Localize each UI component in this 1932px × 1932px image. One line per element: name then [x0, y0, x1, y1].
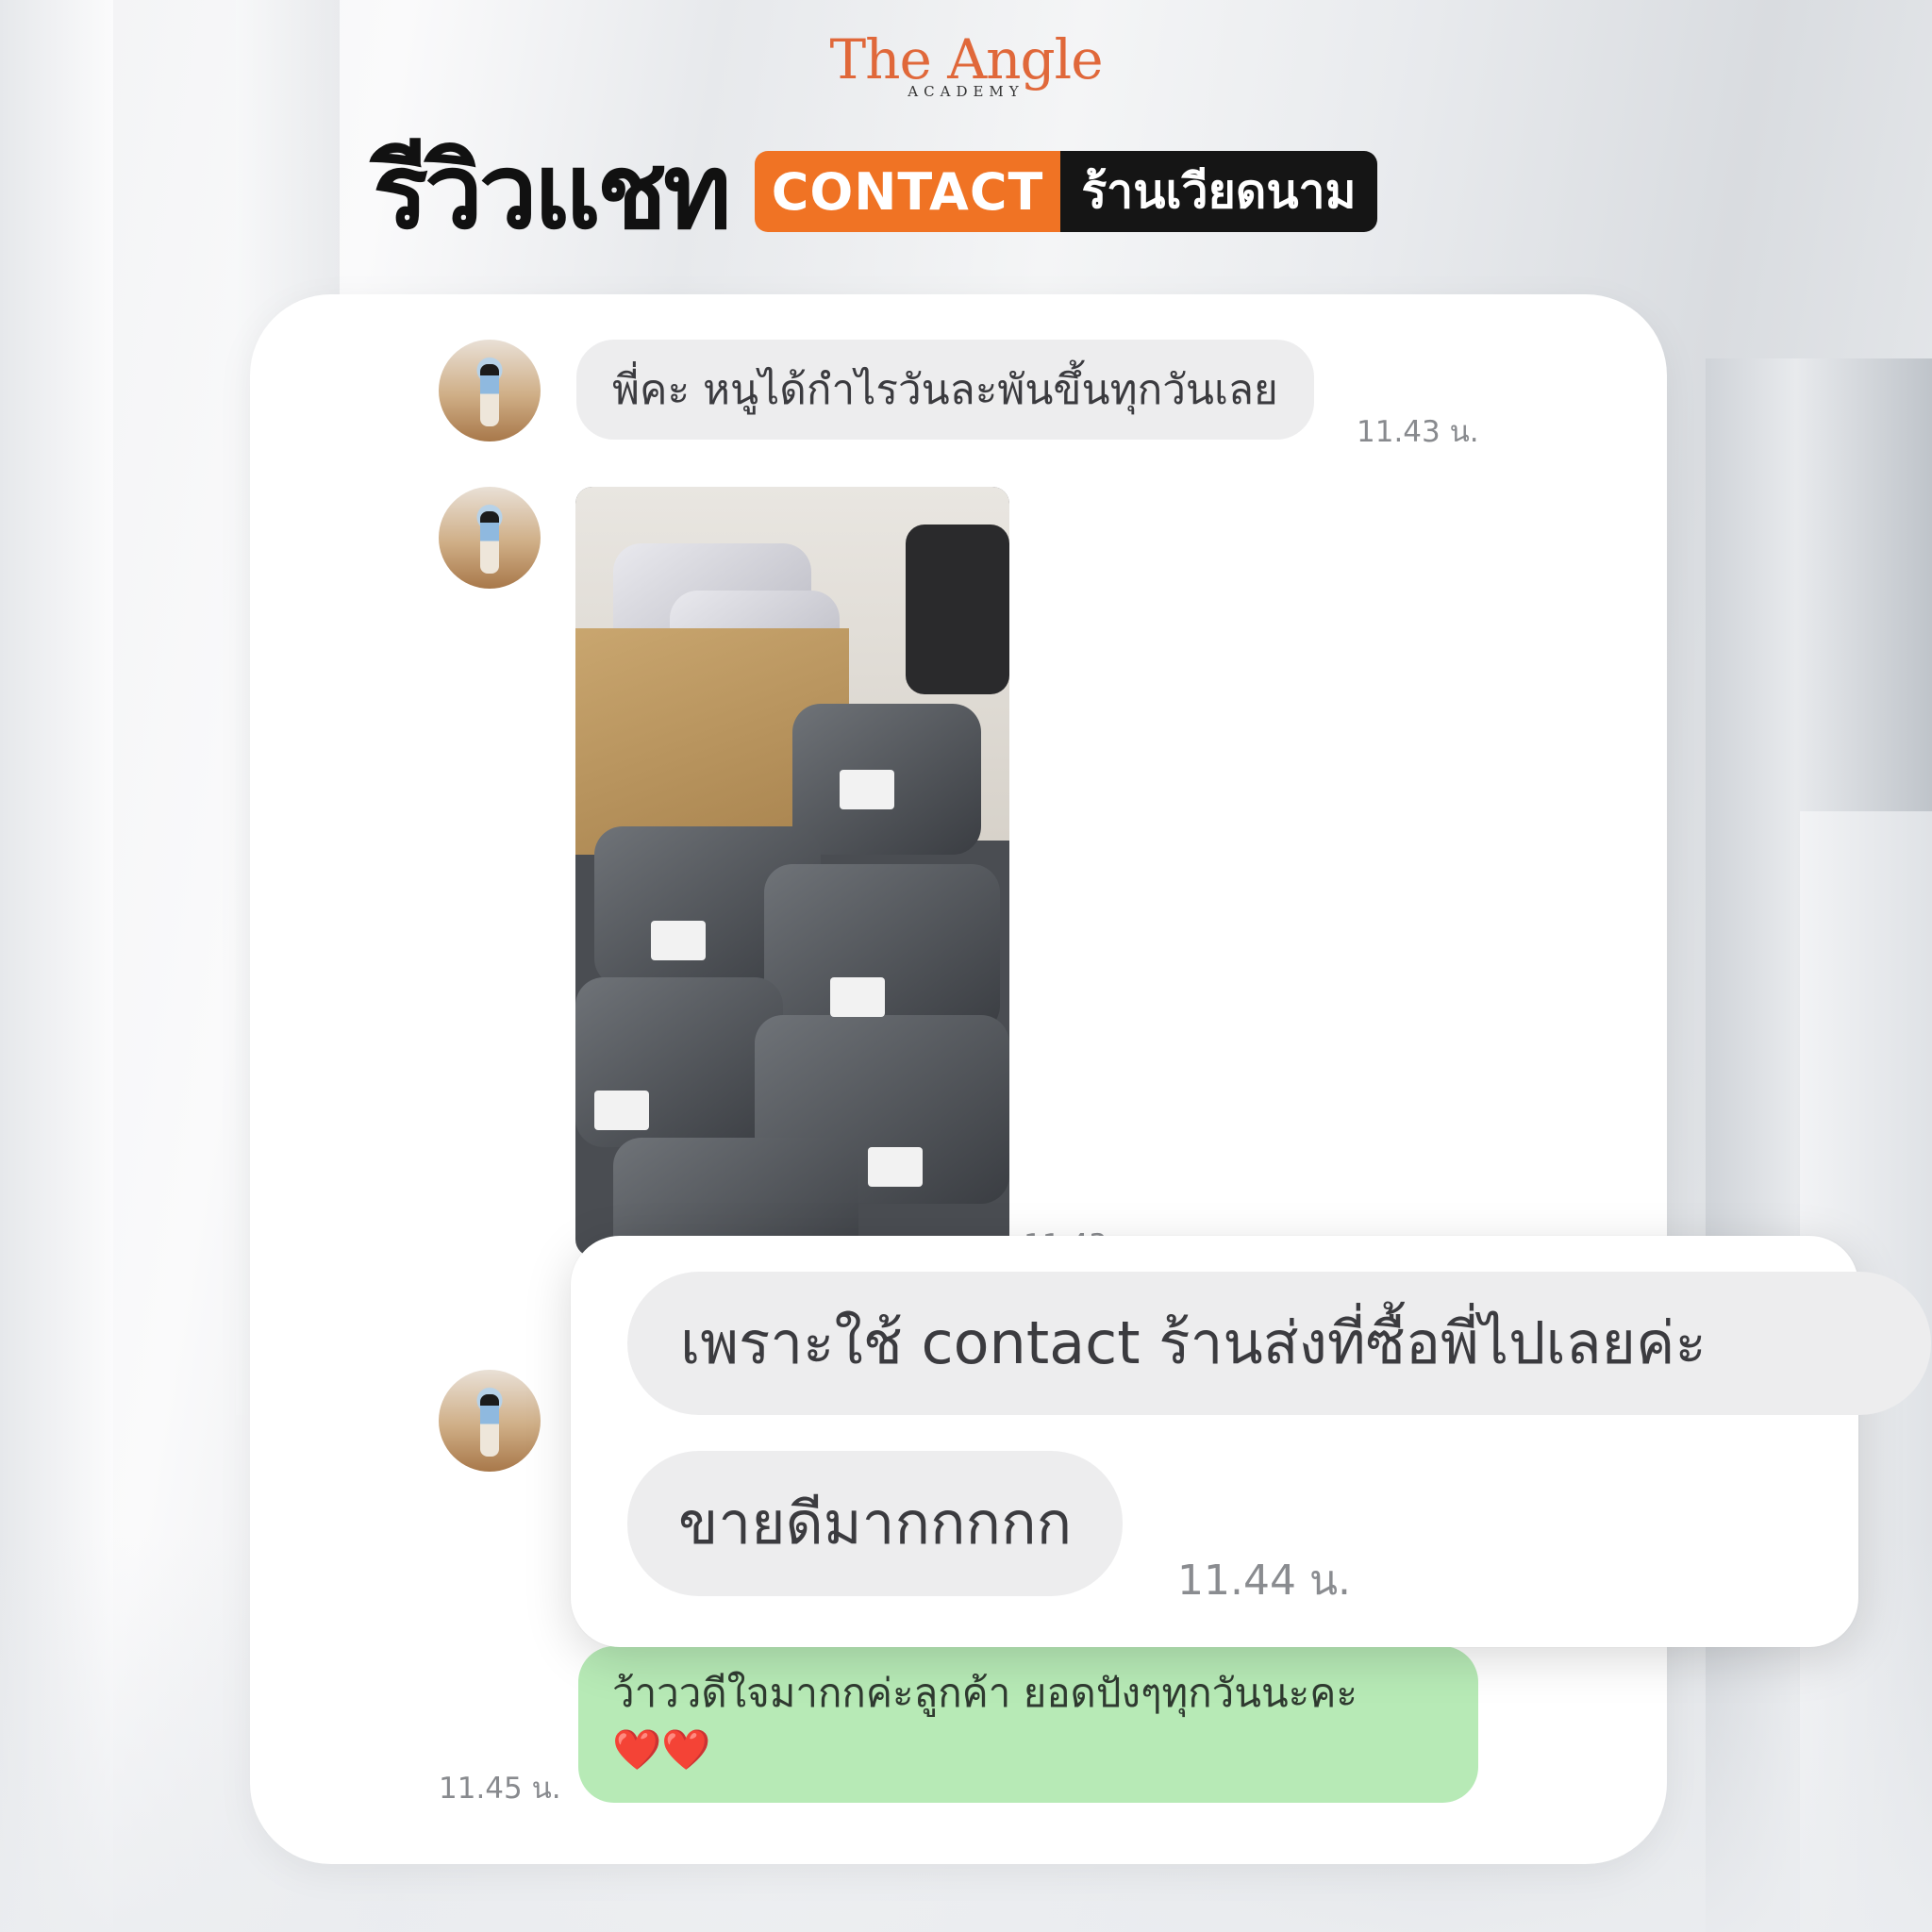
photo-label	[830, 977, 885, 1017]
message-bubble: เพราะใช้ contact ร้านส่งที่ซื้อพี่ไปเลยค…	[627, 1272, 1931, 1415]
avatar[interactable]	[439, 487, 541, 589]
message-bubble: พี่คะ หนูได้กำไรวันละพันขึ้นทุกวันเลย	[576, 340, 1314, 440]
message-time: 11.43 น.	[1357, 415, 1479, 449]
photo-chair	[906, 525, 1009, 694]
brand-name: The Angle	[829, 27, 1103, 92]
headline-tag: CONTACT ร้านเวียดนาม	[754, 151, 1377, 232]
brand-logo: The Angle ACADEMY	[0, 32, 1932, 100]
tag-shop: ร้านเวียดนาม	[1060, 151, 1377, 232]
message-text: พี่คะ หนูได้กำไรวันละพันขึ้นทุกวันเลย	[612, 366, 1278, 414]
message-time: 11.45 น.	[439, 1772, 561, 1806]
photo-label	[594, 1091, 649, 1130]
headline: รีวิวแชท CONTACT ร้านเวียดนาม	[373, 130, 1377, 253]
message-bubble: ขายดีมากกกกก	[627, 1451, 1124, 1596]
message-text: เพราะใช้ contact ร้านส่งที่ซื้อพี่ไปเลยค…	[680, 1308, 1707, 1377]
brand-subtitle: ACADEMY	[908, 83, 1024, 100]
message-time: 11.44 น.	[1177, 1557, 1352, 1605]
message-photo[interactable]	[575, 487, 1009, 1257]
reply-text: ว้าววดีใจมากกค่ะลูกค้า ยอดปังๆทุกวันนะคะ	[612, 1670, 1357, 1716]
heart-emoji-icon: ❤️❤️	[612, 1726, 711, 1773]
reply-bubble: ว้าววดีใจมากกค่ะลูกค้า ยอดปังๆทุกวันนะคะ…	[578, 1646, 1478, 1803]
message-text: ขายดีมากกกกก	[678, 1489, 1073, 1557]
avatar[interactable]	[439, 1370, 541, 1472]
avatar[interactable]	[439, 340, 541, 441]
zoomed-messages: เพราะใช้ contact ร้านส่งที่ซื้อพี่ไปเลยค…	[571, 1236, 1931, 1647]
headline-title: รีวิวแชท	[373, 131, 732, 252]
tag-contact: CONTACT	[754, 151, 1061, 232]
photo-label	[651, 921, 706, 960]
photo-label	[868, 1147, 923, 1187]
photo-label	[840, 770, 894, 809]
